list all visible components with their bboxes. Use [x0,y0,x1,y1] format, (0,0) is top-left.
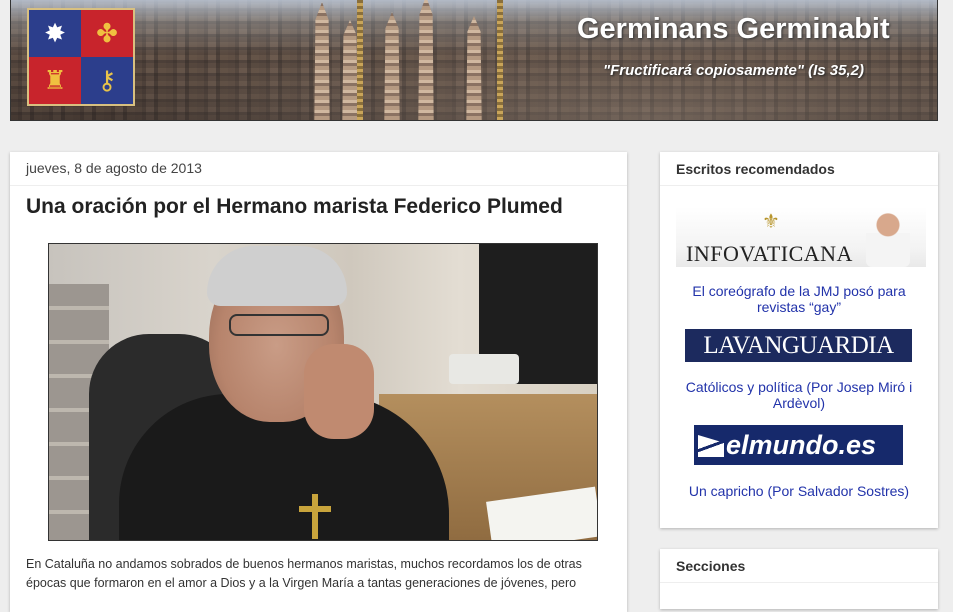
blog-header: ✸ ✤ ♜ ⚷ Germinans Germinabit "Fructifica… [10,0,938,121]
elmundo-logo[interactable]: elmundo.es [694,425,903,465]
widget-recommended: Escritos recomendados ⚜ INFOVATICANA El … [660,152,938,528]
blog-post: jueves, 8 de agosto de 2013 Una oración … [10,152,627,612]
photo-glasses [229,314,329,336]
pectoral-cross-icon [299,494,331,539]
post-date: jueves, 8 de agosto de 2013 [26,160,202,176]
logo-text: elmundo.es [726,430,877,460]
recommended-link[interactable]: Un capricho (Por Salvador Sostres) [670,483,928,499]
post-image[interactable] [48,243,598,541]
papal-keys-icon: ⚜ [762,211,780,233]
widget-title: Escritos recomendados [676,161,835,177]
widget-sections: Secciones [660,549,938,609]
divider [660,582,938,583]
crossed-keys-icon: ⚷ [81,57,133,104]
divider [10,185,627,186]
construction-crane [357,0,363,120]
divider [660,185,938,186]
logo-text: INFOVATICANA [686,241,853,266]
blog-title[interactable]: Germinans Germinabit [577,13,890,46]
widget-title: Secciones [676,558,746,574]
photo-desk-phone [449,354,519,384]
photo-hand-phone [304,344,374,439]
star-icon: ✸ [29,10,81,57]
bees-icon: ✤ [81,10,133,57]
pope-photo [866,213,910,267]
infovaticana-logo[interactable]: ⚜ INFOVATICANA [676,207,926,267]
blog-subtitle: "Fructificará copiosamente" (Is 35,2) [603,62,864,79]
post-body-text: En Cataluña no andamos sobrados de bueno… [26,557,582,590]
recommended-link[interactable]: El coreógrafo de la JMJ posó para revist… [670,283,928,315]
photo-person-hair [207,246,347,306]
castle-icon: ♜ [29,57,81,104]
recommended-link[interactable]: Católicos y política (Por Josep Miró i A… [670,379,928,411]
construction-crane [497,0,503,120]
coat-of-arms: ✸ ✤ ♜ ⚷ [27,8,135,106]
lavanguardia-logo[interactable]: LAVANGUARDIA [685,329,912,362]
elmundo-mark-icon [698,435,724,457]
post-title[interactable]: Una oración por el Hermano marista Feder… [26,195,563,219]
